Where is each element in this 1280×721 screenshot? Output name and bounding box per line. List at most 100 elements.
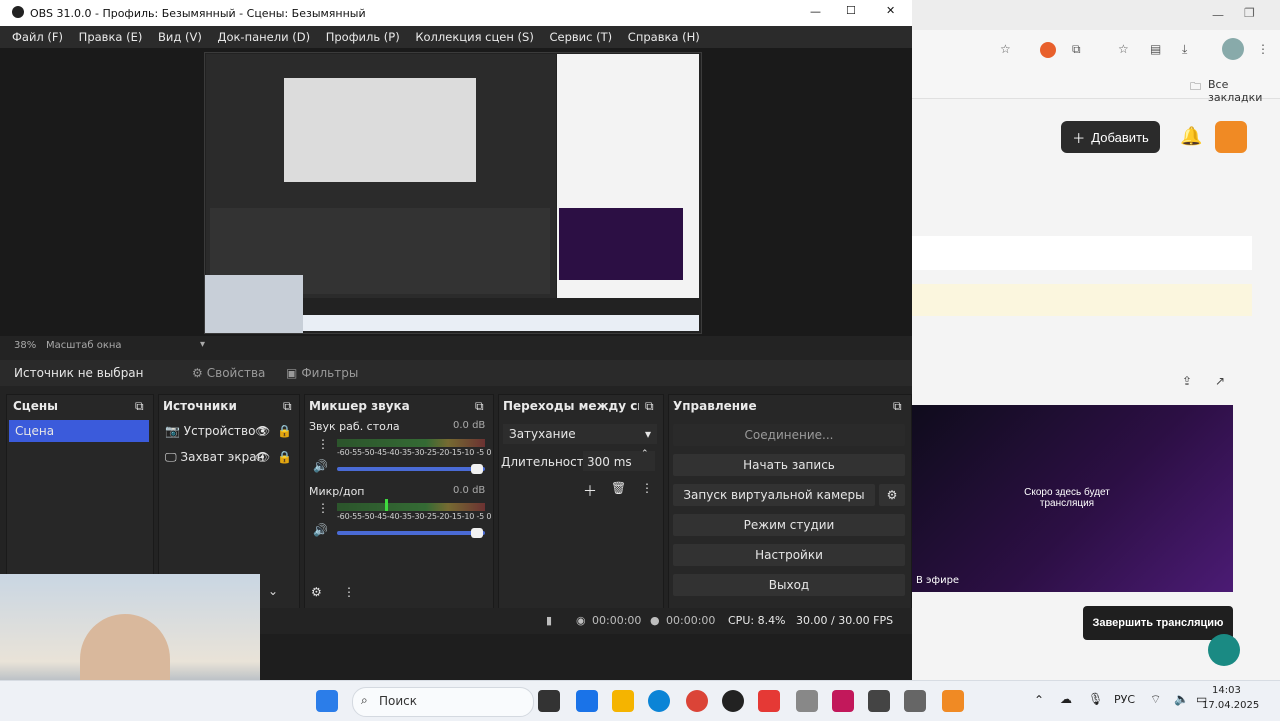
studio-mode-button[interactable]: Режим студии <box>673 514 905 536</box>
monitor-icon: 🖵 <box>165 450 177 464</box>
menu-file[interactable]: Файл (F) <box>12 30 63 44</box>
bell-icon[interactable]: 🔔 <box>1180 126 1202 147</box>
meter-peak <box>385 499 388 511</box>
channel-name: Звук раб. стола <box>309 420 400 433</box>
add-button[interactable]: ＋ Добавить <box>1061 121 1160 153</box>
menu-help[interactable]: Справка (H) <box>628 30 700 44</box>
speaker-icon[interactable]: 🔊 <box>313 523 328 537</box>
app-icon[interactable] <box>832 690 854 712</box>
exit-button[interactable]: Выход <box>673 574 905 596</box>
menu-docks[interactable]: Док-панели (D) <box>217 30 310 44</box>
window-title: OBS 31.0.0 - Профиль: Безымянный - Сцены… <box>30 7 366 20</box>
lock-icon[interactable]: 🔒 <box>277 450 292 464</box>
menu-scene-collection[interactable]: Коллекция сцен (S) <box>415 30 533 44</box>
menu-icon[interactable]: ⋮ <box>1257 42 1269 56</box>
lock-icon[interactable]: 🔒 <box>277 424 292 438</box>
kebab-icon[interactable]: ⋮ <box>641 481 653 495</box>
star-icon[interactable]: ☆ <box>1000 42 1011 56</box>
clock-time[interactable]: 14:03 <box>1212 685 1241 696</box>
bookmark-icon[interactable]: ☆ <box>1118 42 1129 56</box>
undock-icon[interactable]: ⧉ <box>475 399 484 414</box>
undock-icon[interactable]: ⧉ <box>135 399 144 414</box>
settings-button[interactable]: Настройки <box>673 544 905 566</box>
yandex-icon[interactable] <box>758 690 780 712</box>
undock-icon[interactable]: ⧉ <box>893 399 902 414</box>
language-indicator[interactable]: РУС <box>1114 693 1135 706</box>
source-item[interactable]: 📷 Устройство з 👁 🔒 <box>165 424 295 442</box>
cloud-icon[interactable]: ☁ <box>1060 692 1072 706</box>
undock-icon[interactable]: ⧉ <box>283 399 292 414</box>
menu-edit[interactable]: Правка (E) <box>79 30 143 44</box>
eye-icon[interactable]: 👁 <box>255 424 270 438</box>
start-icon[interactable] <box>316 690 338 712</box>
nested-webcam <box>205 275 303 333</box>
eye-icon[interactable]: 👁 <box>255 450 270 464</box>
menu-profile[interactable]: Профиль (P) <box>326 30 400 44</box>
microphone-icon[interactable]: 🎙 <box>1088 692 1103 706</box>
maximize-icon[interactable]: ☐ <box>846 4 856 17</box>
end-stream-button[interactable]: Завершить трансляцию <box>1083 606 1233 640</box>
kebab-icon[interactable]: ⋮ <box>317 437 329 451</box>
volume-slider[interactable] <box>337 531 485 535</box>
extension-icon[interactable] <box>1040 42 1056 58</box>
maximize-icon[interactable]: ❐ <box>1244 6 1255 20</box>
trash-icon[interactable]: 🗑 <box>611 481 626 495</box>
minimize-icon[interactable]: — <box>1212 8 1224 22</box>
sidebar-icon[interactable]: ▤ <box>1150 42 1161 56</box>
wifi-icon[interactable]: ⌔ <box>1150 692 1161 707</box>
minimize-icon[interactable]: — <box>810 5 821 18</box>
obs-logo-icon <box>12 6 24 18</box>
puzzle-icon[interactable]: ⧉ <box>1072 42 1081 57</box>
duration-spinbox[interactable]: 300 ms ⌃ <box>583 449 655 471</box>
kebab-icon[interactable]: ⋮ <box>317 501 329 515</box>
source-item-label: Захват экран <box>180 450 265 464</box>
start-recording-button[interactable]: Начать запись <box>673 454 905 476</box>
volume-slider-knob[interactable] <box>471 528 483 538</box>
zoom-mode[interactable]: Масштаб окна <box>46 340 122 351</box>
chrome-icon[interactable] <box>686 690 708 712</box>
undock-icon[interactable]: ⧉ <box>645 399 654 414</box>
menu-view[interactable]: Вид (V) <box>158 30 202 44</box>
kebab-icon[interactable]: ⋮ <box>343 585 355 599</box>
app-icon[interactable] <box>942 690 964 712</box>
nested-obs-screen <box>206 54 556 298</box>
profile-avatar[interactable] <box>1222 38 1244 60</box>
obs-icon[interactable] <box>722 690 744 712</box>
menu-tools[interactable]: Сервис (T) <box>550 30 613 44</box>
explorer-icon[interactable] <box>612 690 634 712</box>
scene-item[interactable]: Сцена <box>9 420 149 442</box>
chevron-down-icon[interactable]: ⌄ <box>268 584 278 598</box>
volume-slider-knob[interactable] <box>471 464 483 474</box>
taskbar-search[interactable]: ⌕ Поиск <box>352 687 534 717</box>
all-bookmarks-label[interactable]: Все закладки <box>1208 78 1280 104</box>
app-icon[interactable] <box>576 690 598 712</box>
download-icon[interactable]: ⤓ <box>1182 42 1187 57</box>
add-icon[interactable]: ＋ <box>583 481 597 501</box>
connecting-button[interactable]: Соединение... <box>673 424 905 446</box>
chevron-down-icon[interactable]: ▾ <box>200 339 205 350</box>
gear-icon[interactable]: ⚙ <box>311 585 322 599</box>
clock-date[interactable]: 17.04.2025 <box>1202 700 1259 711</box>
virtual-camera-button[interactable]: Запуск виртуальной камеры <box>673 484 875 506</box>
volume-slider[interactable] <box>337 467 485 471</box>
app-icon[interactable] <box>868 690 890 712</box>
filters-button[interactable]: ▣ Фильтры <box>286 364 358 382</box>
volume-icon[interactable]: 🔈 <box>1174 692 1189 706</box>
speaker-icon[interactable]: 🔊 <box>313 459 328 473</box>
chat-fab-icon[interactable] <box>1208 634 1240 666</box>
app-grid-icon[interactable] <box>1215 121 1247 153</box>
transition-select[interactable]: Затухание ▾ <box>503 424 657 444</box>
task-view-icon[interactable] <box>538 690 560 712</box>
close-icon[interactable]: ✕ <box>886 4 895 17</box>
external-link-icon[interactable]: ↗ <box>1215 374 1225 388</box>
app-icon[interactable] <box>904 690 926 712</box>
chevron-up-icon[interactable]: ⌃ <box>1034 693 1044 707</box>
properties-button[interactable]: ⚙ Свойства <box>192 364 265 382</box>
preview-canvas[interactable] <box>204 52 702 334</box>
edge-icon[interactable] <box>648 690 670 712</box>
share-icon[interactable]: ⇪ <box>1182 374 1192 388</box>
camera-icon[interactable] <box>796 690 818 712</box>
chevron-up-icon[interactable]: ⌃ <box>641 449 649 459</box>
virtual-camera-settings-button[interactable]: ⚙ <box>879 484 905 506</box>
source-item[interactable]: 🖵 Захват экран 👁 🔒 <box>165 450 295 468</box>
